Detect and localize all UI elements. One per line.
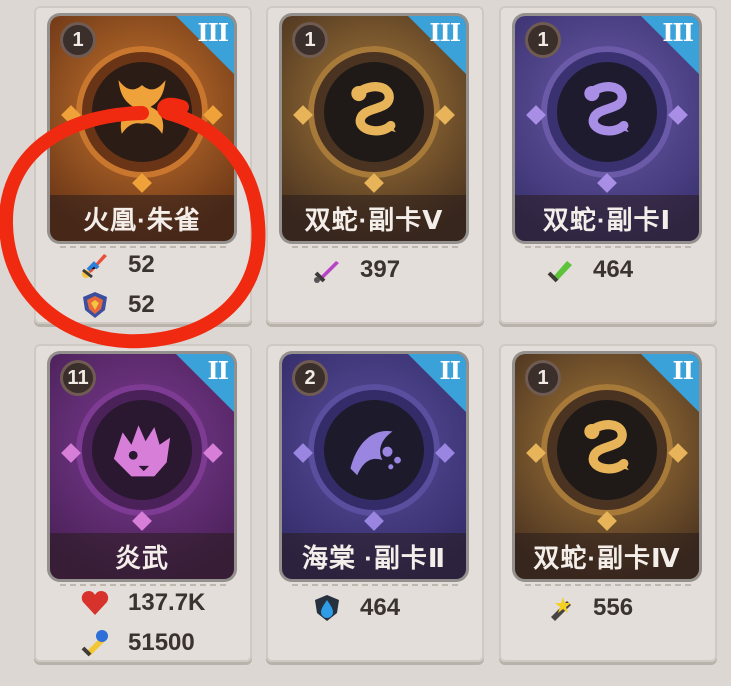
green-sword-icon (545, 255, 575, 285)
card-portrait-frame: III 1 双蛇·副卡Ⅰ (515, 16, 699, 241)
divider (60, 584, 226, 586)
stat-value: 464 (593, 256, 634, 283)
card-name: 双蛇·副卡Ⅳ (515, 533, 699, 579)
card-grid: III 1 火凰·朱雀 52 52 III 1 双蛇·副卡Ⅴ 397 III 1 双蛇·副卡Ⅰ 464 I… (0, 0, 731, 686)
rank-label: II (207, 356, 229, 385)
stat-row: 397 (312, 254, 462, 286)
divider (525, 246, 691, 248)
phoenix-emblem (92, 62, 192, 162)
hero-card[interactable]: III 1 火凰·朱雀 52 52 (34, 6, 252, 324)
blue-sword-icon (80, 628, 110, 658)
stat-row: 52 (80, 289, 230, 321)
serpent-emblem (557, 62, 657, 162)
card-portrait-frame: II 1 双蛇·副卡Ⅳ (515, 354, 699, 579)
card-name: 炎武 (50, 533, 234, 579)
spark-sword-icon (545, 593, 575, 623)
rank-label: III (429, 18, 461, 47)
stat-row: 137.7K (80, 587, 230, 619)
level-badge: 1 (60, 22, 96, 58)
level-badge: 2 (292, 360, 328, 396)
purple-sword-icon (312, 255, 342, 285)
hero-card[interactable]: II 1 双蛇·副卡Ⅳ 556 (499, 344, 717, 662)
hero-card[interactable]: III 1 双蛇·副卡Ⅴ 397 (266, 6, 484, 324)
serpent-emblem (324, 62, 424, 162)
stat-value: 464 (360, 594, 401, 621)
card-portrait-frame: III 1 火凰·朱雀 (50, 16, 234, 241)
card-portrait-frame: II 2 海棠 ·副卡Ⅱ (282, 354, 466, 579)
fish-emblem (324, 400, 424, 500)
stat-value: 52 (128, 291, 155, 318)
hero-card[interactable]: II 2 海棠 ·副卡Ⅱ 464 (266, 344, 484, 662)
rank-label: III (662, 18, 694, 47)
stat-value: 52 (128, 251, 155, 278)
stat-row: 464 (312, 592, 462, 624)
rank-label: III (197, 18, 229, 47)
card-portrait-frame: II 11 炎武 (50, 354, 234, 579)
card-name: 海棠 ·副卡Ⅱ (282, 533, 466, 579)
stat-row: 51500 (80, 627, 230, 659)
level-badge: 1 (292, 22, 328, 58)
serpent-emblem (557, 400, 657, 500)
card-name: 火凰·朱雀 (50, 195, 234, 241)
stat-value: 51500 (128, 629, 195, 656)
divider (292, 246, 458, 248)
level-badge: 1 (525, 22, 561, 58)
hero-card[interactable]: III 1 双蛇·副卡Ⅰ 464 (499, 6, 717, 324)
blue-drop-shield-icon (312, 593, 342, 623)
red-heart-icon (80, 588, 110, 618)
stat-value: 137.7K (128, 589, 206, 616)
rainbow-shield-icon (80, 290, 110, 320)
divider (525, 584, 691, 586)
stat-row: 52 (80, 249, 230, 281)
beast-emblem (92, 400, 192, 500)
level-badge: 1 (525, 360, 561, 396)
stat-row: 464 (545, 254, 695, 286)
divider (60, 246, 226, 248)
rank-label: II (672, 356, 694, 385)
hero-card[interactable]: II 11 炎武 137.7K 51500 (34, 344, 252, 662)
card-portrait-frame: III 1 双蛇·副卡Ⅴ (282, 16, 466, 241)
rank-label: II (439, 356, 461, 385)
divider (292, 584, 458, 586)
stat-value: 397 (360, 256, 401, 283)
stat-row: 556 (545, 592, 695, 624)
card-name: 双蛇·副卡Ⅰ (515, 195, 699, 241)
rainbow-sword-icon (80, 250, 110, 280)
card-name: 双蛇·副卡Ⅴ (282, 195, 466, 241)
stat-value: 556 (593, 594, 634, 621)
level-badge: 11 (60, 360, 96, 396)
